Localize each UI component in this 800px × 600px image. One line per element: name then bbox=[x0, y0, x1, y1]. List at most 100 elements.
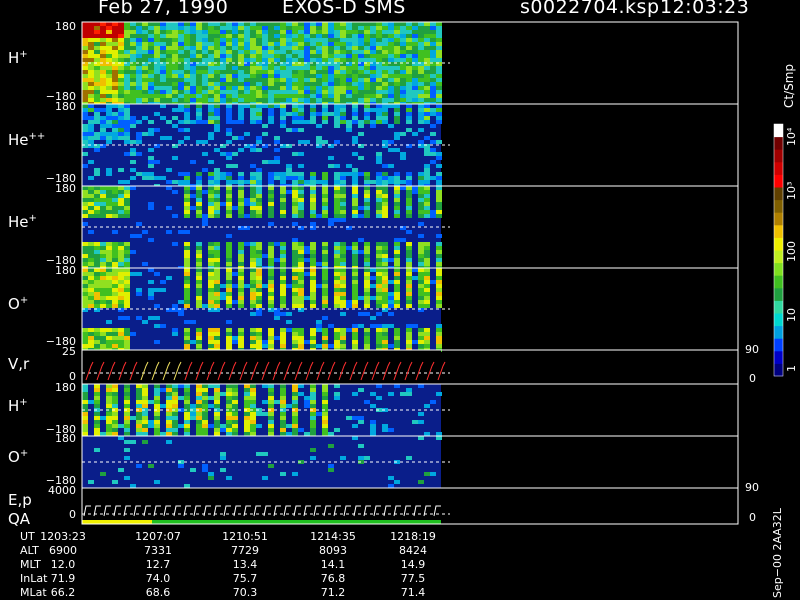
data-cell bbox=[232, 272, 238, 276]
data-cell bbox=[148, 148, 154, 152]
data-cell bbox=[106, 292, 112, 296]
data-cell bbox=[88, 136, 94, 140]
data-cell bbox=[268, 272, 274, 276]
data-cell bbox=[256, 58, 262, 62]
data-cell bbox=[94, 424, 100, 428]
colorbar-segment bbox=[774, 300, 783, 314]
data-cell bbox=[256, 288, 262, 292]
ytick-top: 180 bbox=[55, 100, 76, 113]
data-cell bbox=[268, 384, 274, 388]
data-cell bbox=[406, 112, 412, 116]
data-cell bbox=[322, 428, 328, 432]
data-cell bbox=[436, 242, 442, 246]
data-cell bbox=[124, 292, 130, 296]
data-cell bbox=[130, 272, 136, 276]
data-cell bbox=[364, 116, 370, 120]
data-cell bbox=[340, 456, 346, 460]
data-cell bbox=[232, 38, 238, 42]
data-cell bbox=[370, 22, 376, 26]
data-cell bbox=[418, 46, 424, 50]
data-cell bbox=[334, 98, 340, 102]
data-cell bbox=[172, 420, 178, 424]
data-cell bbox=[292, 250, 298, 254]
data-cell bbox=[382, 176, 388, 180]
data-cell bbox=[394, 186, 400, 190]
data-cell bbox=[172, 90, 178, 94]
data-cell bbox=[424, 190, 430, 194]
data-cell bbox=[112, 388, 118, 392]
data-cell bbox=[406, 98, 412, 102]
data-cell bbox=[358, 46, 364, 50]
data-cell bbox=[334, 396, 340, 400]
ephem-value: 76.8 bbox=[320, 572, 346, 585]
data-cell bbox=[310, 38, 316, 42]
data-cell bbox=[136, 412, 142, 416]
data-cell bbox=[304, 26, 310, 30]
data-cell bbox=[106, 186, 112, 190]
data-cell bbox=[370, 54, 376, 58]
data-cell bbox=[310, 206, 316, 210]
data-cell bbox=[130, 58, 136, 62]
data-cell bbox=[256, 176, 262, 180]
data-cell bbox=[310, 432, 316, 436]
data-cell bbox=[310, 112, 316, 116]
data-cell bbox=[112, 202, 118, 206]
data-cell bbox=[208, 160, 214, 164]
data-cell bbox=[394, 300, 400, 304]
data-cell bbox=[94, 250, 100, 254]
data-cell bbox=[262, 66, 268, 70]
data-cell bbox=[94, 416, 100, 420]
data-cell bbox=[298, 58, 304, 62]
data-cell bbox=[280, 428, 286, 432]
data-cell bbox=[154, 34, 160, 38]
data-cell bbox=[400, 38, 406, 42]
data-cell bbox=[184, 292, 190, 296]
data-cell bbox=[154, 46, 160, 50]
data-cell bbox=[280, 50, 286, 54]
data-cell bbox=[352, 42, 358, 46]
data-cell bbox=[280, 284, 286, 288]
data-cell bbox=[214, 344, 220, 348]
data-cell bbox=[400, 22, 406, 26]
data-cell bbox=[268, 120, 274, 124]
data-cell bbox=[328, 156, 334, 160]
data-cell bbox=[298, 54, 304, 58]
data-cell bbox=[100, 26, 106, 30]
data-cell bbox=[250, 416, 256, 420]
data-cell bbox=[280, 392, 286, 396]
data-cell bbox=[184, 428, 190, 432]
data-cell bbox=[406, 336, 412, 340]
data-cell bbox=[226, 412, 232, 416]
data-cell bbox=[106, 74, 112, 78]
data-cell bbox=[190, 404, 196, 408]
data-cell bbox=[226, 140, 232, 144]
data-cell bbox=[82, 254, 88, 258]
data-cell bbox=[124, 396, 130, 400]
data-cell bbox=[292, 172, 298, 176]
data-cell bbox=[268, 202, 274, 206]
data-cell bbox=[220, 98, 226, 102]
data-cell bbox=[130, 124, 136, 128]
data-cell bbox=[142, 26, 148, 30]
data-cell bbox=[178, 82, 184, 86]
data-cell bbox=[250, 254, 256, 258]
data-cell bbox=[190, 22, 196, 26]
colorbar-label: 10³ bbox=[785, 181, 798, 200]
data-cell bbox=[256, 452, 262, 456]
data-cell bbox=[196, 46, 202, 50]
data-cell bbox=[214, 388, 220, 392]
data-cell bbox=[334, 276, 340, 280]
data-cell bbox=[166, 388, 172, 392]
data-cell bbox=[238, 254, 244, 258]
data-cell bbox=[436, 74, 442, 78]
rtick-bottom: 0 bbox=[749, 372, 756, 385]
data-cell bbox=[124, 424, 130, 428]
data-cell bbox=[424, 176, 430, 180]
data-cell bbox=[112, 34, 118, 38]
data-cell bbox=[358, 132, 364, 136]
data-cell bbox=[388, 38, 394, 42]
data-cell bbox=[286, 38, 292, 42]
data-cell bbox=[202, 392, 208, 396]
data-cell bbox=[82, 198, 88, 202]
data-cell bbox=[208, 74, 214, 78]
